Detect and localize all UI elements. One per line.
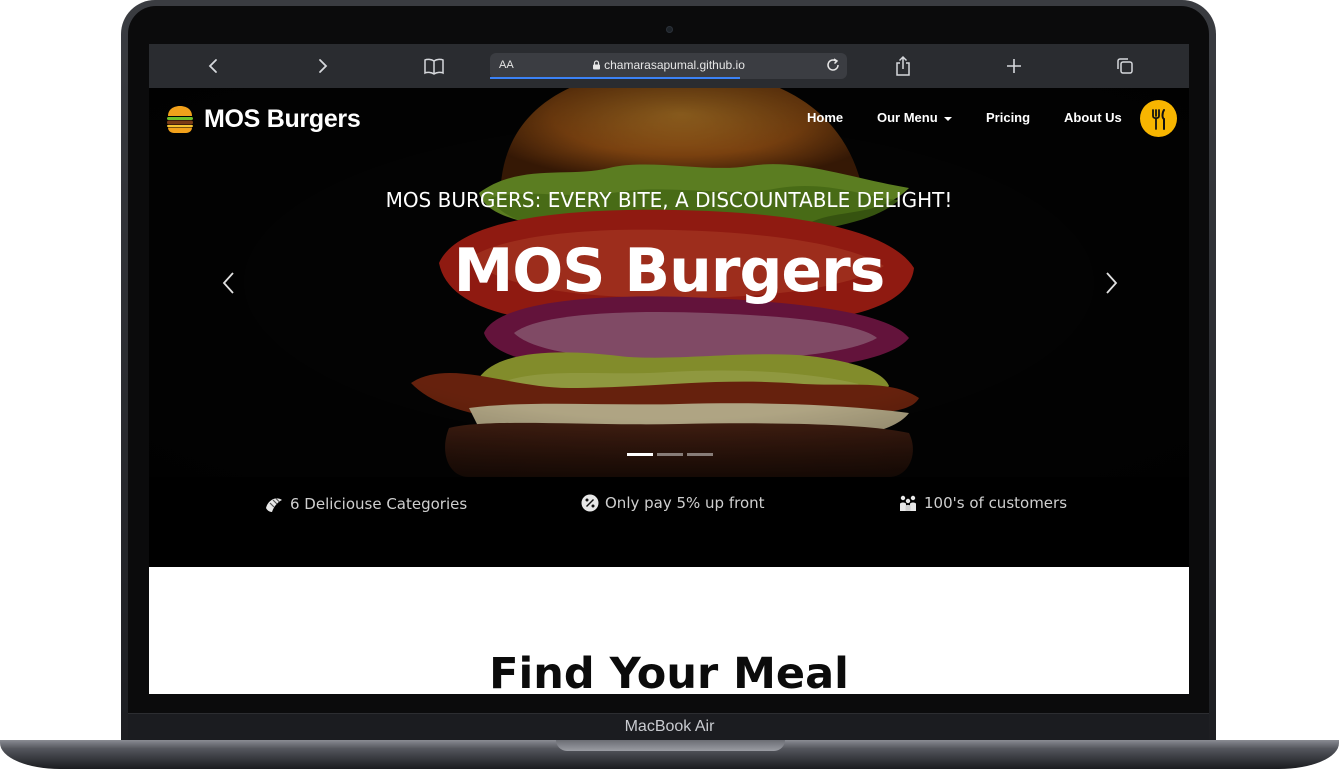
hero-carousel: MOS Burgers Home Our Menu Pricing About … [149, 88, 1189, 477]
forward-icon[interactable] [311, 54, 335, 78]
chevron-right-icon [1106, 272, 1118, 294]
feature-upfront: Only pay 5% up front [581, 494, 765, 512]
feature-categories-text: 6 Deliciouse Categories [290, 495, 468, 513]
percent-badge-icon [581, 494, 599, 512]
croissant-icon [266, 498, 282, 512]
fork-knife-icon [1151, 108, 1165, 130]
section-title: Find Your Meal [489, 649, 849, 694]
screen: AA chamarasapumal.github.io MOS Burgers … [149, 44, 1189, 694]
carousel-indicator[interactable] [687, 453, 713, 456]
carousel-indicator[interactable] [657, 453, 683, 456]
nav-link-pricing[interactable]: Pricing [986, 110, 1030, 125]
lock-icon [593, 60, 601, 70]
device-label: MacBook Air [624, 718, 715, 735]
camera-dot [666, 26, 673, 33]
nav-link-home[interactable]: Home [807, 110, 843, 125]
reload-icon[interactable] [825, 57, 841, 77]
nav-link-our-menu[interactable]: Our Menu [877, 110, 952, 125]
caret-down-icon [943, 116, 952, 121]
bookmarks-icon[interactable] [422, 54, 446, 78]
carousel-prev-button[interactable] [219, 268, 239, 298]
carousel-next-button[interactable] [1101, 268, 1121, 298]
features-strip: 6 Deliciouse Categories Only pay 5% up f… [149, 477, 1189, 567]
feature-customers: 100's of customers [898, 494, 1067, 512]
back-icon[interactable] [201, 54, 225, 78]
new-tab-icon[interactable] [1002, 54, 1026, 78]
url-text: chamarasapumal.github.io [490, 58, 847, 72]
tabs-overview-icon[interactable] [1113, 54, 1137, 78]
share-icon[interactable] [891, 54, 915, 78]
hero-title: MOS Burgers [453, 236, 886, 306]
people-icon [900, 495, 916, 511]
find-meal-section: Find Your Meal [149, 567, 1189, 694]
nav-links: Home Our Menu Pricing About Us [149, 110, 1189, 130]
url-label: chamarasapumal.github.io [604, 58, 745, 72]
page-load-progress [490, 77, 740, 79]
nav-link-about-us[interactable]: About Us [1064, 110, 1122, 125]
order-button[interactable] [1140, 100, 1177, 137]
carousel-indicator[interactable] [627, 453, 653, 456]
browser-toolbar: AA chamarasapumal.github.io [149, 44, 1189, 88]
hero-tagline: MOS BURGERS: EVERY BITE, A DISCOUNTABLE … [385, 188, 953, 212]
chevron-left-icon [222, 272, 234, 294]
feature-customers-text: 100's of customers [924, 494, 1068, 512]
nav-link-our-menu-label: Our Menu [877, 110, 938, 125]
feature-upfront-text: Only pay 5% up front [605, 494, 765, 512]
address-bar[interactable]: AA chamarasapumal.github.io [490, 53, 847, 79]
feature-categories: 6 Deliciouse Categories [264, 494, 467, 514]
carousel-indicators [627, 453, 713, 456]
laptop-base-notch [556, 740, 785, 751]
